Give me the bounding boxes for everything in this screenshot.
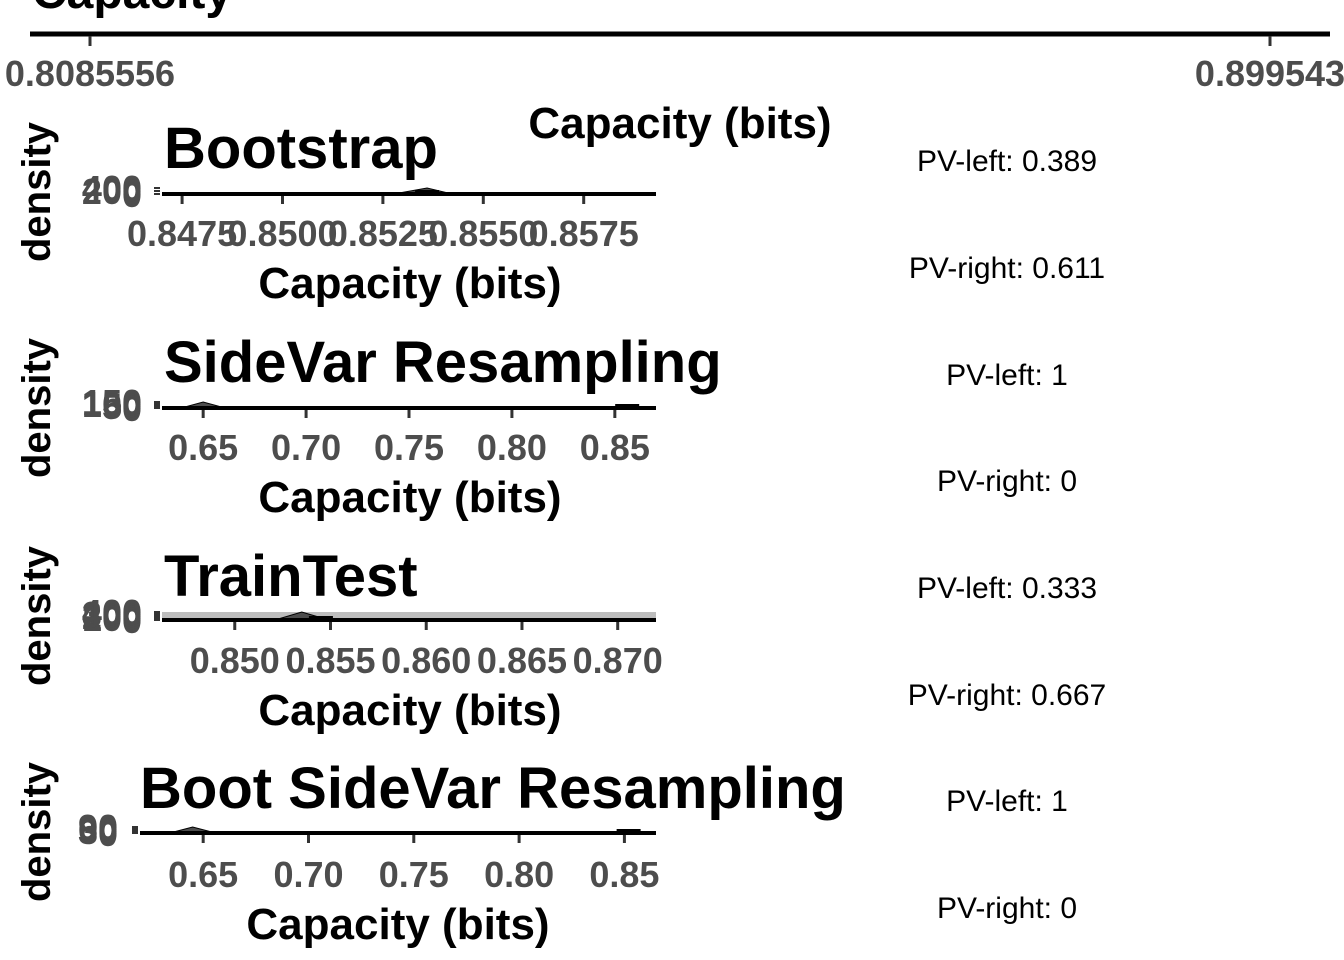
x-tick-label: 0.865 [477,640,567,681]
x-tick-label: 0.870 [573,640,663,681]
x-axis-title: Capacity (bits) [258,686,561,735]
x-tick-label: 0.850 [190,640,280,681]
x-tick-label: 0.75 [379,854,449,895]
x-tick-label: 0.8525 [328,213,438,254]
pv-right-label: PV-right: 0 [937,465,1077,498]
y-axis-title: density [15,121,59,262]
x-tick-label: 0.8500 [227,213,337,254]
y-tick-label: 150 [82,382,142,423]
y-tick-label: 400 [82,168,142,209]
panel-title: Bootstrap [164,116,438,181]
top-panel-x-axis-title: Capacity (bits) [528,99,831,148]
top-panel-tick-label: 0.899543 [1195,53,1344,94]
pv-right-label: PV-right: 0.667 [908,679,1106,712]
x-tick-label: 0.70 [271,427,341,468]
x-tick-label: 0.80 [477,427,547,468]
pv-right-label: PV-right: 0 [937,892,1077,925]
x-tick-label: 0.8475 [127,213,237,254]
x-tick-label: 0.75 [374,427,444,468]
pv-left-label: PV-left: 0.389 [917,145,1097,178]
x-axis-title: Capacity (bits) [258,259,561,308]
y-tick-label: 90 [78,807,118,848]
capacity-figure: Capacity 0.8085556 0.899543 Capacity (bi… [5,0,1344,949]
panel-title: TrainTest [164,544,418,609]
x-tick-label: 0.860 [381,640,471,681]
x-tick-label: 0.65 [168,854,238,895]
x-tick-label: 0.65 [168,427,238,468]
x-tick-label: 0.855 [285,640,375,681]
panel-3: 0.65 0.70 0.75 0.80 0.850306090Boot SideVar … [15,756,846,949]
x-axis-title: Capacity (bits) [246,900,549,949]
pv-labels: PV-left: 0.389 PV-right: 0.611 PV-left: 1 P… [908,145,1106,925]
pv-left-label: PV-left: 1 [946,359,1068,392]
panel-title: Boot SideVar Resampling [140,756,846,821]
x-tick-label: 0.80 [484,854,554,895]
y-axis-title: density [15,761,59,902]
pv-left-label: PV-left: 0.333 [917,572,1097,605]
x-tick-label: 0.70 [273,854,343,895]
pv-right-label: PV-right: 0.611 [909,252,1105,285]
panel-title: SideVar Resampling [164,330,722,395]
x-tick-label: 0.85 [589,854,659,895]
y-axis-title: density [15,545,59,686]
y-tick-label: 400 [82,592,142,633]
x-axis-title: Capacity (bits) [258,473,561,522]
y-axis-title: density [15,337,59,478]
x-tick-label: 0.8550 [428,213,538,254]
x-tick-label: 0.8575 [529,213,639,254]
density-panels: 0.84750.85000.85250.85500.85750200400Boo… [15,116,846,949]
x-tick-label: 0.85 [580,427,650,468]
top-panel-title: Capacity [32,0,232,19]
panel-2: 0.850 0.855 0.860 0.865 0.8700100200300400Tr… [15,544,663,735]
panel-1: 0.65 0.70 0.75 0.80 0.85050100150SideVar Res… [15,330,722,522]
pv-left-label: PV-left: 1 [946,785,1068,818]
top-panel-tick-label: 0.8085556 [5,53,175,94]
